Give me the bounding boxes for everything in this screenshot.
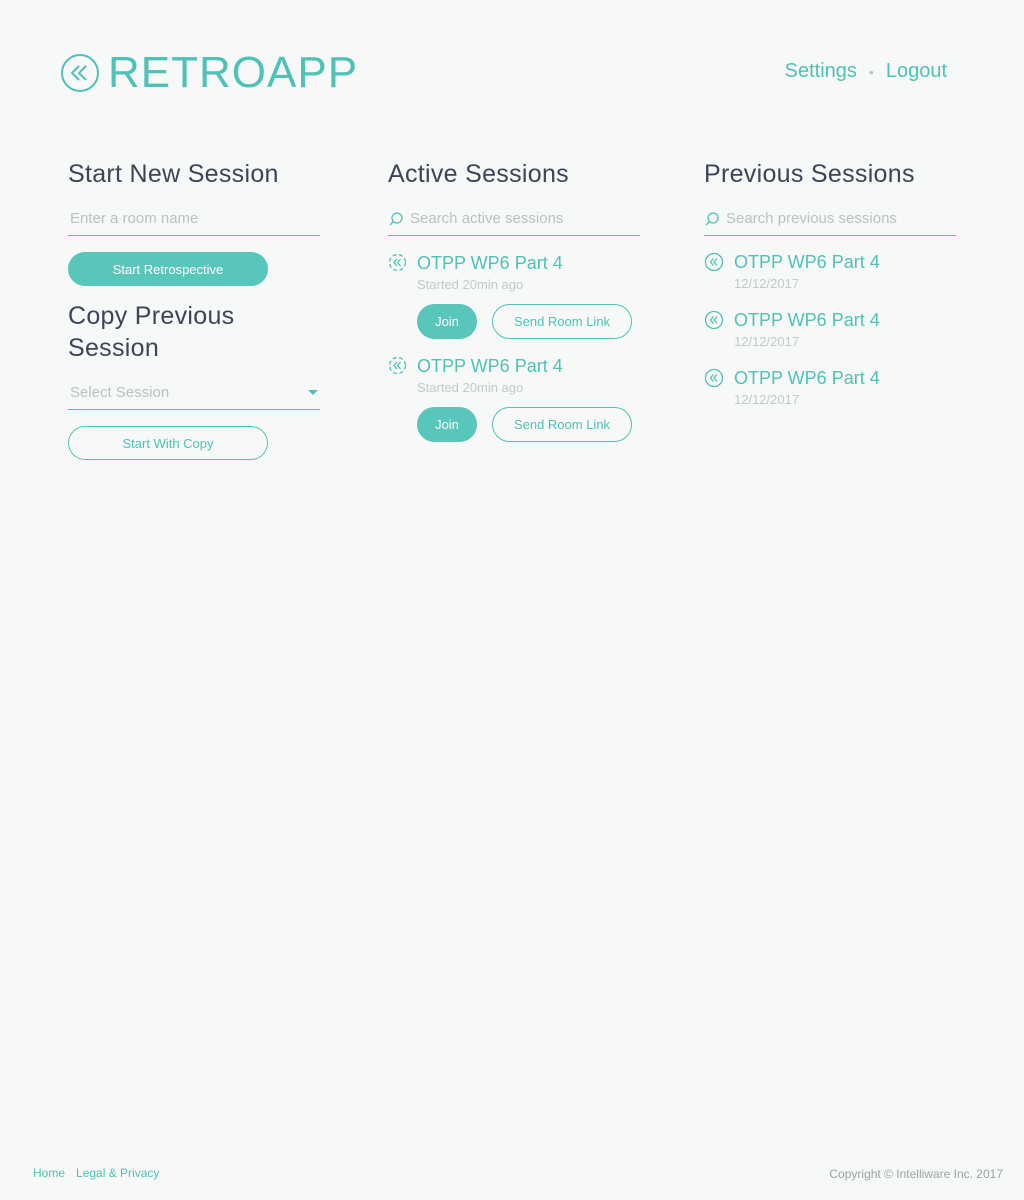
active-session-status: Started 20min ago [417, 380, 524, 395]
active-session-name[interactable]: OTPP WP6 Part 4 [417, 355, 563, 377]
previous-session-name[interactable]: OTPP WP6 Part 4 [734, 309, 880, 331]
footer-copyright: Copyright © Intelliware Inc. 2017 [829, 1167, 1003, 1181]
previous-session-item[interactable]: OTPP WP6 Part 4 12/12/2017 [704, 309, 956, 351]
previous-sessions-panel: Previous Sessions OTPP WP6 Part 4 12/12/… [704, 158, 956, 409]
send-room-link-button[interactable]: Send Room Link [492, 407, 632, 442]
room-name-input[interactable] [68, 203, 320, 234]
logout-link[interactable]: Logout [886, 60, 947, 83]
send-room-link-button[interactable]: Send Room Link [492, 304, 632, 339]
footer-legal-link[interactable]: Legal & Privacy [76, 1166, 159, 1180]
start-with-copy-button[interactable]: Start With Copy [68, 426, 268, 460]
active-session-icon [388, 356, 407, 375]
rewind-circle-icon [704, 310, 724, 330]
caret-down-icon [308, 390, 318, 395]
active-search-field [388, 202, 640, 236]
app-logo[interactable]: RETROAPP [60, 50, 358, 96]
rewind-circle-icon [704, 368, 724, 388]
footer-home-link[interactable]: Home [33, 1166, 65, 1180]
copy-session-title: Copy Previous Session [68, 302, 235, 362]
settings-link[interactable]: Settings [785, 60, 857, 83]
new-session-panel: Start New Session Start Retrospective Co… [68, 158, 320, 460]
active-search-input[interactable] [408, 203, 640, 234]
room-name-field [68, 202, 320, 236]
previous-session-date: 12/12/2017 [734, 334, 800, 349]
previous-session-date: 12/12/2017 [734, 276, 800, 291]
active-session-item: OTPP WP6 Part 4 Started 20min ago Join S… [388, 355, 640, 442]
search-icon [389, 211, 403, 225]
rewind-circle-icon [61, 54, 99, 92]
top-nav: Settings • Logout [785, 60, 947, 83]
active-session-name[interactable]: OTPP WP6 Part 4 [417, 252, 563, 274]
join-button[interactable]: Join [417, 407, 477, 442]
nav-separator: • [868, 63, 874, 80]
previous-session-item[interactable]: OTPP WP6 Part 4 12/12/2017 [704, 251, 956, 293]
active-sessions-title: Active Sessions [388, 160, 569, 188]
rewind-circle-icon [704, 252, 724, 272]
previous-session-item[interactable]: OTPP WP6 Part 4 12/12/2017 [704, 367, 956, 409]
active-session-item: OTPP WP6 Part 4 Started 20min ago Join S… [388, 252, 640, 339]
active-session-icon [388, 253, 407, 272]
previous-search-field [704, 202, 956, 236]
app-name: RETROAPP [108, 48, 359, 97]
previous-session-date: 12/12/2017 [734, 392, 800, 407]
select-session-value: Select Session [70, 384, 170, 401]
previous-search-input[interactable] [724, 203, 956, 234]
footer-links: Home Legal & Privacy [33, 1166, 170, 1180]
search-icon [705, 211, 719, 225]
active-sessions-panel: Active Sessions OTPP WP6 Part 4 Started … [388, 158, 640, 442]
previous-sessions-title: Previous Sessions [704, 160, 915, 188]
select-session-dropdown[interactable]: Select Session [68, 376, 320, 410]
previous-session-name[interactable]: OTPP WP6 Part 4 [734, 251, 880, 273]
start-retrospective-button[interactable]: Start Retrospective [68, 252, 268, 286]
join-button[interactable]: Join [417, 304, 477, 339]
active-session-status: Started 20min ago [417, 277, 524, 292]
new-session-title: Start New Session [68, 160, 279, 188]
previous-session-name[interactable]: OTPP WP6 Part 4 [734, 367, 880, 389]
